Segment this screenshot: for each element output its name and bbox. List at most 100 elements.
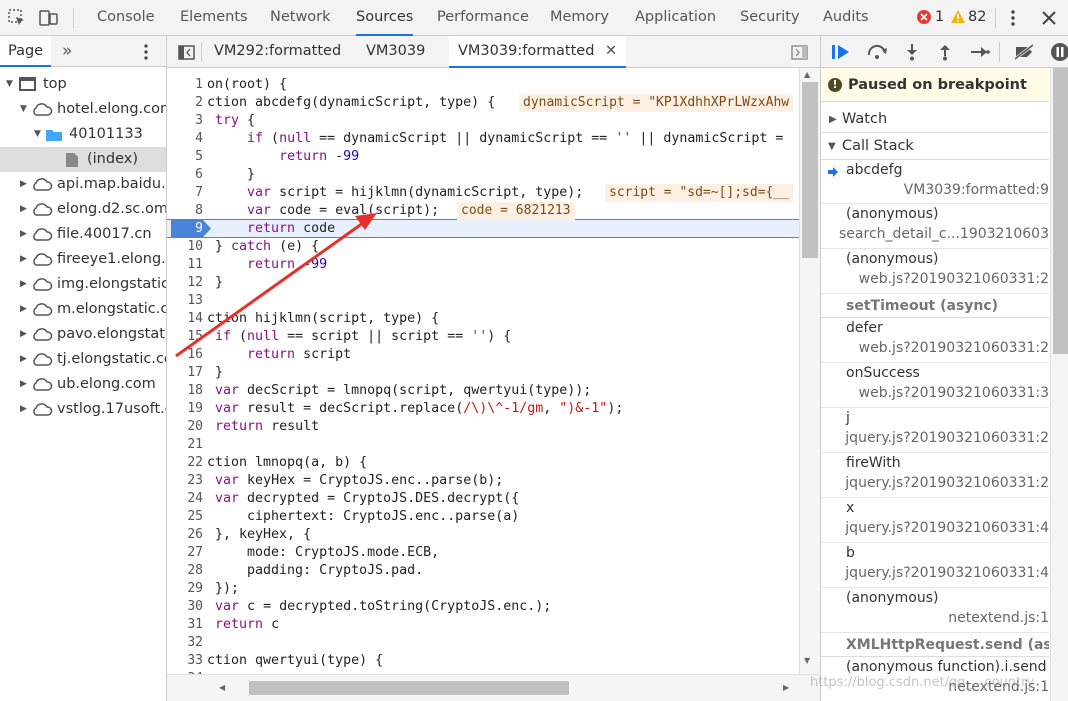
collapsed-arrow-icon[interactable]: ▶ [20,172,27,197]
editor-tab-vm3039-formatted[interactable]: VM3039:formatted ✕ [449,36,627,68]
call-frame[interactable]: (anonymous) netextend.js:1 [821,588,1049,633]
device-toolbar-icon[interactable] [38,7,60,29]
sidebar-scrollbar[interactable] [1050,68,1068,701]
line-number[interactable]: 12 [167,274,203,292]
scroll-left-icon[interactable]: ◀ [219,683,225,692]
tree-item[interactable]: ▼ hotel.elong.com [0,97,166,122]
line-number[interactable]: 3 [167,112,203,130]
line-number[interactable]: 20 [167,418,203,436]
editor-vertical-scrollbar[interactable]: ▲ ▼ [799,68,820,674]
expanded-arrow-icon[interactable]: ▼ [6,72,13,97]
scroll-down-icon[interactable]: ▼ [804,656,810,665]
line-number[interactable]: 24 [167,490,203,508]
tree-item[interactable]: ▶ fireeye1.elong.com [0,247,166,272]
line-number[interactable]: 32 [167,634,203,652]
expanded-arrow-icon[interactable]: ▼ [34,122,41,147]
line-number[interactable]: 5 [167,148,203,166]
call-frame[interactable]: fireWith jquery.js?20190321060331:2 [821,453,1049,498]
line-number[interactable]: 7 [167,184,203,202]
call-frame[interactable]: abcdefg VM3039:formatted:9 [821,160,1049,204]
scroll-up-icon[interactable]: ▲ [804,70,810,79]
line-number[interactable]: 22 [167,454,203,472]
line-number[interactable]: 11 [167,256,203,274]
tree-item[interactable]: ▶ file.40017.cn [0,222,166,247]
editor-tab-vm3039[interactable]: VM3039 [366,36,425,67]
tree-item[interactable]: ▶ img.elongstatic.com [0,272,166,297]
close-devtools-icon[interactable] [1038,7,1060,29]
editor-scroll-thumb[interactable] [802,82,818,258]
call-stack-section-header[interactable]: ▼ Call Stack [821,133,1049,160]
breakpoint-marker[interactable]: 9 [171,220,211,237]
tree-item[interactable]: ▶ api.map.baidu.com [0,172,166,197]
collapsed-arrow-icon[interactable]: ▶ [20,347,27,372]
line-number[interactable]: 30 [167,598,203,616]
call-frame[interactable]: onSuccess web.js?20190321060331:3 [821,363,1049,408]
tab-console[interactable]: Console [97,0,155,35]
line-number[interactable]: 2 [167,94,203,112]
line-number[interactable]: 8 [167,202,203,220]
call-frame[interactable]: x jquery.js?20190321060331:4 [821,498,1049,543]
line-number[interactable]: 21 [167,436,203,454]
line-number[interactable]: 33 [167,652,203,670]
tab-network[interactable]: Network [270,0,331,35]
collapsed-arrow-icon[interactable]: ▶ [20,197,27,222]
line-number[interactable]: 1 [167,76,203,94]
watch-section-header[interactable]: ▶ Watch [821,106,1049,133]
collapsed-arrow-icon[interactable]: ▶ [20,322,27,347]
collapsed-arrow-icon[interactable]: ▶ [20,247,27,272]
collapsed-arrow-icon[interactable]: ▶ [20,372,27,397]
tab-performance[interactable]: Performance [437,0,529,35]
line-number[interactable]: 19 [167,400,203,418]
line-number[interactable]: 13 [167,292,203,310]
tree-item[interactable]: (index) [0,147,166,172]
tree-item[interactable]: ▼ top [0,72,166,97]
close-tab-icon[interactable]: ✕ [605,43,617,59]
editor-tab-vm292[interactable]: VM292:formatted [214,36,341,67]
tree-item[interactable]: ▶ pavo.elongstatic.com [0,322,166,347]
editor-hscroll-thumb[interactable] [249,681,569,695]
call-frame[interactable]: b jquery.js?20190321060331:4 [821,543,1049,588]
toggle-debugger-icon[interactable] [790,44,808,60]
line-number[interactable]: 29 [167,580,203,598]
sidebar-scroll-thumb[interactable] [1053,68,1068,354]
line-number[interactable]: 28 [167,562,203,580]
line-number[interactable]: 18 [167,382,203,400]
collapsed-arrow-icon[interactable]: ▶ [20,397,27,422]
step-into-icon[interactable] [902,42,922,62]
line-number[interactable]: 15 [167,328,203,346]
tab-security[interactable]: Security [740,0,800,35]
inspect-element-icon[interactable] [6,7,28,29]
editor-horizontal-scrollbar[interactable]: ◀ ▶ [167,674,820,701]
line-number[interactable]: 31 [167,616,203,634]
step-out-icon[interactable] [935,42,955,62]
warning-count[interactable]: 82 [968,0,986,35]
call-frame[interactable]: j jquery.js?20190321060331:2 [821,408,1049,453]
deactivate-breakpoints-icon[interactable] [1012,42,1036,62]
tree-item[interactable]: ▶ tj.elongstatic.com [0,347,166,372]
scroll-right-icon[interactable]: ▶ [783,683,789,692]
step-over-icon[interactable] [865,42,889,62]
tab-memory[interactable]: Memory [550,0,609,35]
tree-item[interactable]: ▶ ub.elong.com [0,372,166,397]
tree-item[interactable]: ▶ elong.d2.sc.omtrdc.net [0,197,166,222]
tree-item[interactable]: ▶ m.elongstatic.com [0,297,166,322]
tree-item[interactable]: ▶ vstlog.17usoft.com [0,397,166,422]
line-number[interactable]: 26 [167,526,203,544]
toggle-navigator-icon[interactable] [177,43,195,61]
line-number[interactable]: 10 [167,238,203,256]
resume-icon[interactable] [830,42,852,62]
line-number[interactable]: 16 [167,346,203,364]
more-options-icon[interactable] [1003,7,1023,29]
tree-item[interactable]: ▼ 40101133 [0,122,166,147]
call-frame[interactable]: (anonymous) web.js?20190321060331:2 [821,249,1049,294]
tab-application[interactable]: Application [635,0,716,35]
collapsed-arrow-icon[interactable]: ▶ [20,272,27,297]
navigator-menu-icon[interactable] [140,43,152,61]
line-number[interactable]: 6 [167,166,203,184]
line-number[interactable]: 23 [167,472,203,490]
tab-audits[interactable]: Audits [823,0,869,35]
error-count[interactable]: 1 [935,0,944,35]
line-number[interactable]: 27 [167,544,203,562]
tab-elements[interactable]: Elements [180,0,248,35]
line-number[interactable]: 17 [167,364,203,382]
